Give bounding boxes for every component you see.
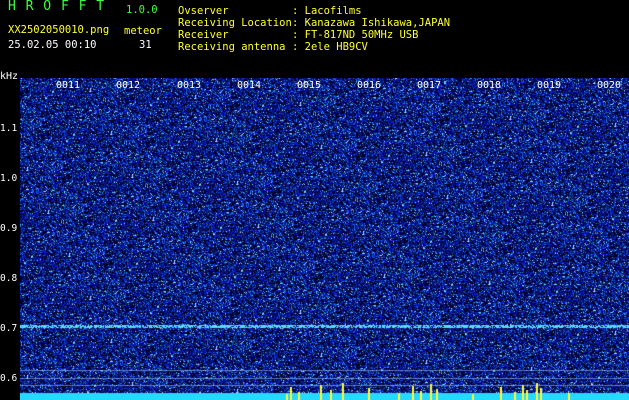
y-tick-0-6: 0.6 [0,373,18,384]
capture-datetime: 25.02.05 00:10 [8,39,97,51]
time-label-0017: 0017 [417,80,442,91]
y-tick-0-9: 0.9 [0,223,18,234]
time-label-0018: 0018 [477,80,502,91]
meteor-label: meteor [124,25,162,37]
antenna-value: : 2ele HB9CV [292,41,368,53]
y-tick-1-1: 1.1 [0,123,18,134]
header-panel: H R O F F T 1.0.0 XX2502050010.png meteo… [0,0,629,78]
receiver-key: Receiver [178,29,229,41]
y-tick-0-8: 0.8 [0,273,18,284]
image-filename: XX2502050010.png [8,24,110,36]
time-label-0011: 0011 [56,80,81,91]
time-label-0020: 0020 [597,80,622,91]
time-label-0015: 0015 [297,80,322,91]
observer-key: Ovserver [178,5,229,17]
observer-value: : Lacofilms [292,5,362,17]
time-label-0019: 0019 [537,80,562,91]
meteor-count: 31 [139,39,152,51]
location-value: : Kanazawa Ishikawa,JAPAN [292,17,451,29]
axis-unit-label: kHz [0,71,19,82]
receiver-value: : FT-817ND 50MHz USB [292,29,419,41]
spectrogram-waterfall [20,78,629,400]
time-label-0014: 0014 [237,80,262,91]
location-key: Receiving Location [178,17,292,29]
time-label-0013: 0013 [177,80,202,91]
app-title: H R O F F T [8,0,106,14]
y-tick-0-7: 0.7 [0,323,18,334]
time-label-0016: 0016 [357,80,382,91]
app-version: 1.0.0 [126,4,158,16]
antenna-key: Receiving antenna [178,41,286,53]
y-tick-1-0: 1.0 [0,173,18,184]
time-label-0012: 0012 [116,80,141,91]
